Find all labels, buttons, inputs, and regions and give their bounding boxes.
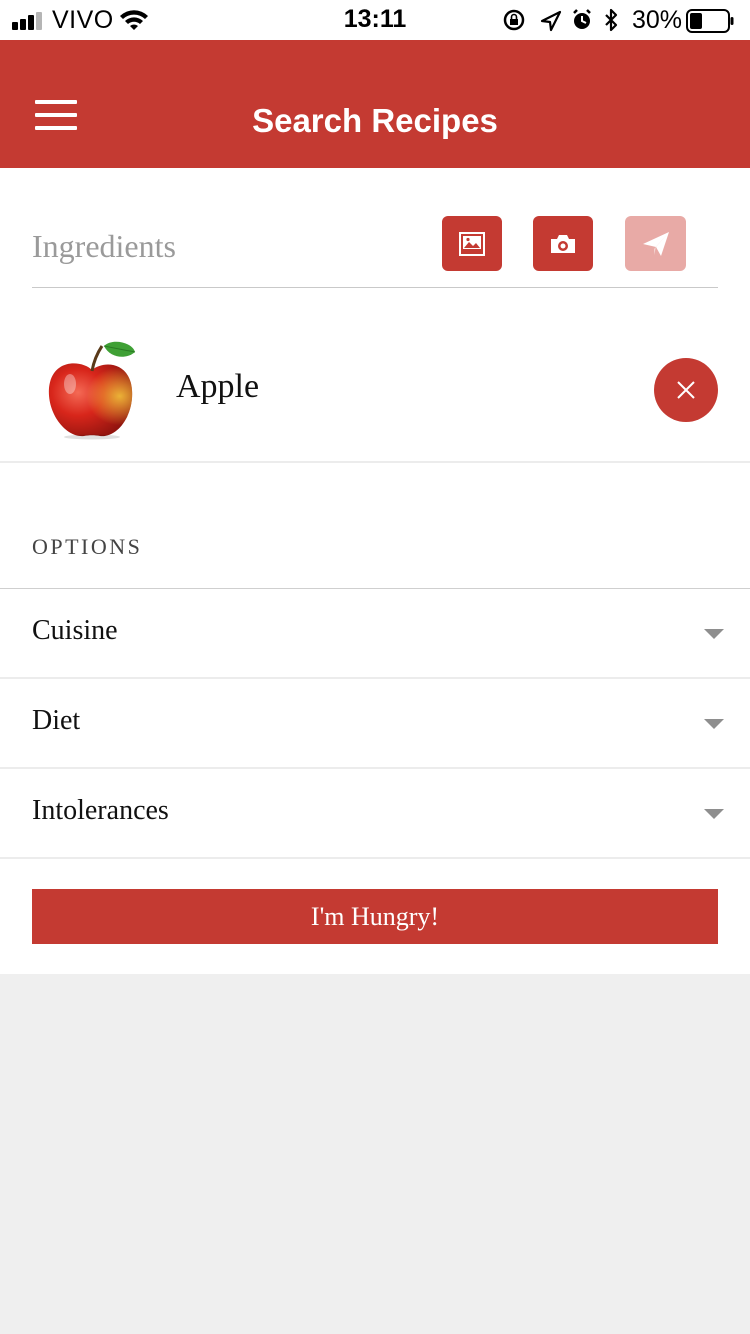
option-label: Intolerances	[32, 795, 169, 826]
search-card: Apple OPTIONS Cuisine Diet Intolerances …	[0, 168, 750, 974]
status-icons	[503, 8, 618, 32]
chevron-down-icon	[704, 809, 724, 819]
option-label: Diet	[32, 705, 81, 736]
rotation-lock-icon	[503, 9, 525, 31]
image-icon	[459, 231, 485, 256]
im-hungry-button[interactable]: I'm Hungry!	[32, 889, 718, 944]
options-heading: OPTIONS	[32, 534, 143, 559]
page-title: Search Recipes	[252, 102, 498, 139]
option-cuisine[interactable]: Cuisine	[0, 589, 750, 679]
chevron-down-icon	[704, 629, 724, 639]
app-header: Search Recipes	[0, 40, 750, 168]
option-intolerances[interactable]: Intolerances	[0, 769, 750, 859]
bluetooth-icon	[605, 8, 618, 32]
apple-icon	[48, 341, 136, 440]
chevron-down-icon	[704, 719, 724, 729]
option-diet[interactable]: Diet	[0, 679, 750, 769]
ingredients-input[interactable]	[32, 222, 422, 270]
location-icon	[540, 10, 562, 32]
input-underline	[32, 287, 718, 288]
gallery-button[interactable]	[442, 216, 502, 271]
paper-plane-icon	[642, 231, 669, 256]
ingredient-name: Apple	[176, 368, 260, 405]
battery-percent: 30%	[632, 6, 683, 34]
camera-button[interactable]	[533, 216, 593, 271]
status-bar: VIVO 13:11 30%	[0, 0, 750, 40]
battery-icon	[686, 9, 734, 33]
camera-icon	[551, 234, 575, 253]
remove-ingredient-button[interactable]	[654, 358, 718, 422]
send-button[interactable]	[625, 216, 686, 271]
option-label: Cuisine	[32, 615, 118, 646]
close-icon	[677, 381, 695, 399]
ingredient-item: Apple	[0, 320, 750, 463]
alarm-icon	[573, 9, 591, 29]
